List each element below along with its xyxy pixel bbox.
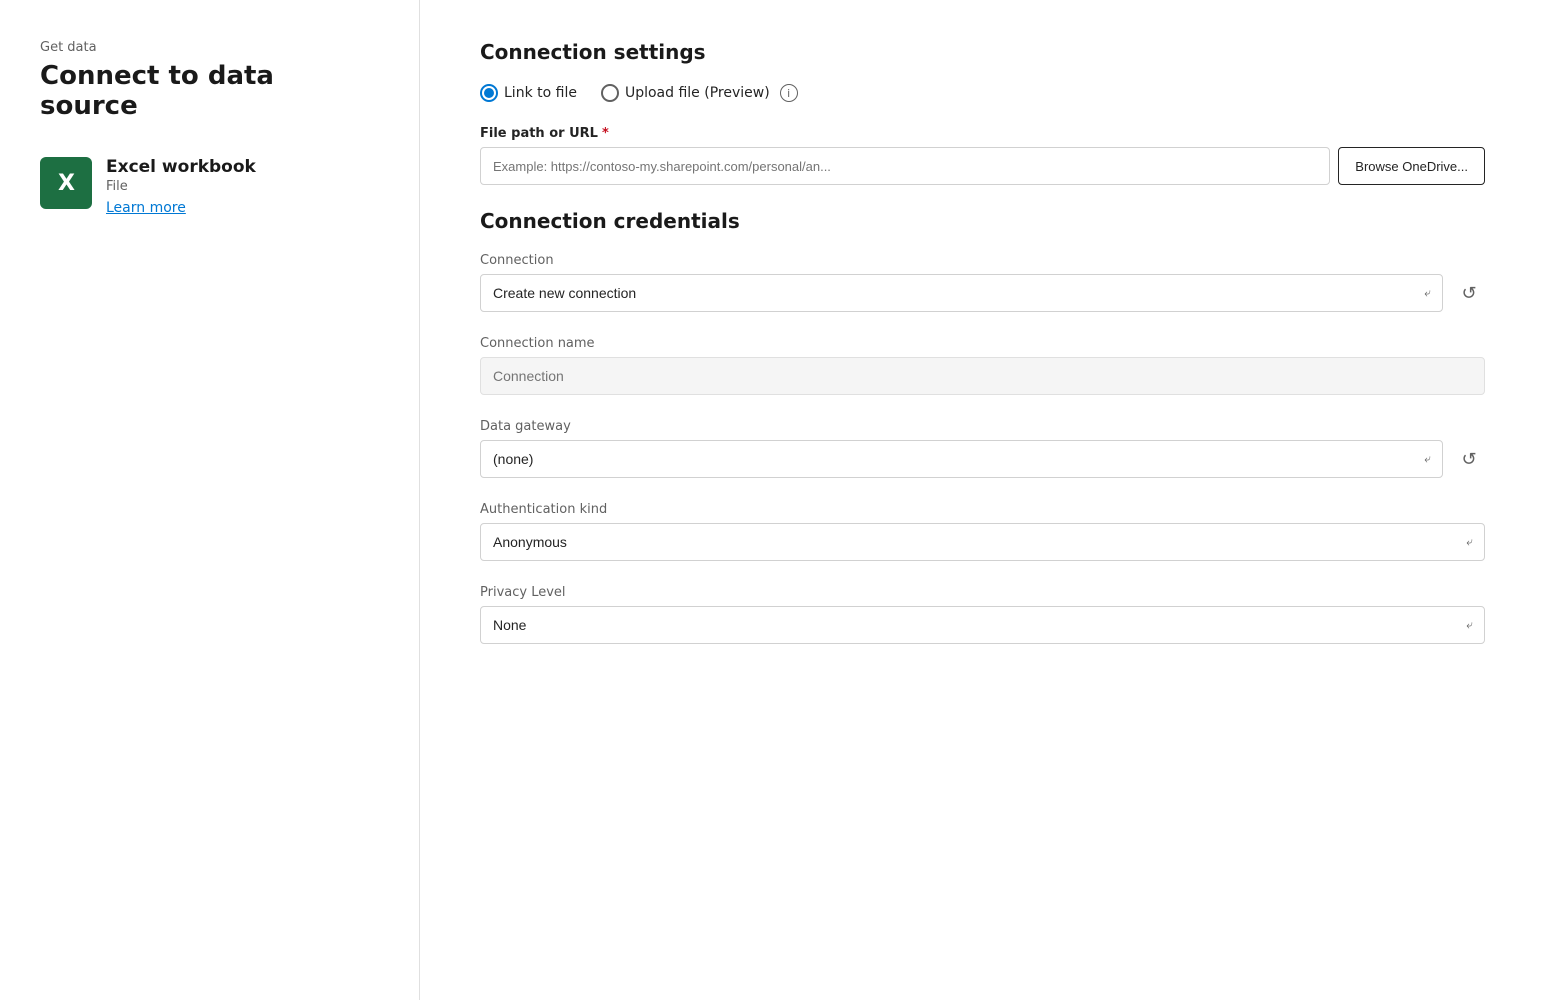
auth-kind-label: Authentication kind [480, 502, 1485, 517]
radio-link-to-file[interactable]: Link to file [480, 84, 577, 102]
connection-type-radio-group: Link to file Upload file (Preview) i [480, 84, 1485, 102]
radio-link-to-file-label: Link to file [504, 85, 577, 101]
page-subtitle: Get data [40, 40, 379, 55]
excel-icon: X [40, 157, 92, 209]
connection-select[interactable]: Create new connection [480, 274, 1443, 312]
required-star: * [602, 126, 609, 141]
file-path-input[interactable] [480, 147, 1330, 185]
source-name: Excel workbook [106, 157, 256, 177]
auth-kind-select-wrapper: Anonymous ⤶ [480, 523, 1485, 561]
file-path-label: File path or URL * [480, 126, 1485, 141]
page-title: Connect to data source [40, 61, 379, 121]
data-gateway-label: Data gateway [480, 419, 1485, 434]
connection-refresh-icon[interactable]: ↺ [1453, 277, 1485, 309]
browse-onedrive-button[interactable]: Browse OneDrive... [1338, 147, 1485, 185]
privacy-level-select-wrapper: None ⤶ [480, 606, 1485, 644]
connection-field-group: Connection Create new connection ⤶ ↺ [480, 253, 1485, 312]
source-info: Excel workbook File Learn more [106, 157, 256, 216]
source-type: File [106, 179, 256, 194]
file-path-group: File path or URL * Browse OneDrive... [480, 126, 1485, 185]
radio-upload-file-label: Upload file (Preview) [625, 85, 770, 101]
connection-label: Connection [480, 253, 1485, 268]
privacy-level-field-group: Privacy Level None ⤶ [480, 585, 1485, 644]
page-header: Get data Connect to data source [40, 40, 379, 121]
connection-select-row: Create new connection ⤶ ↺ [480, 274, 1485, 312]
radio-link-to-file-circle [480, 84, 498, 102]
auth-kind-select[interactable]: Anonymous [480, 523, 1485, 561]
source-card: X Excel workbook File Learn more [40, 157, 379, 216]
auth-kind-field-group: Authentication kind Anonymous ⤶ [480, 502, 1485, 561]
learn-more-link[interactable]: Learn more [106, 200, 256, 216]
info-icon[interactable]: i [780, 84, 798, 102]
connection-name-field-group: Connection name [480, 336, 1485, 395]
connection-name-label: Connection name [480, 336, 1485, 351]
data-gateway-select-wrapper: (none) ⤶ [480, 440, 1443, 478]
radio-upload-file-circle [601, 84, 619, 102]
data-gateway-refresh-icon[interactable]: ↺ [1453, 443, 1485, 475]
connection-settings-title: Connection settings [480, 40, 1485, 64]
connection-select-wrapper: Create new connection ⤶ [480, 274, 1443, 312]
connection-credentials-title: Connection credentials [480, 209, 1485, 233]
privacy-level-select[interactable]: None [480, 606, 1485, 644]
data-gateway-select-row: (none) ⤶ ↺ [480, 440, 1485, 478]
privacy-level-label: Privacy Level [480, 585, 1485, 600]
file-path-row: Browse OneDrive... [480, 147, 1485, 185]
excel-icon-letter: X [58, 171, 74, 196]
data-gateway-select[interactable]: (none) [480, 440, 1443, 478]
connection-name-input[interactable] [480, 357, 1485, 395]
data-gateway-field-group: Data gateway (none) ⤶ ↺ [480, 419, 1485, 478]
radio-upload-file[interactable]: Upload file (Preview) i [601, 84, 798, 102]
